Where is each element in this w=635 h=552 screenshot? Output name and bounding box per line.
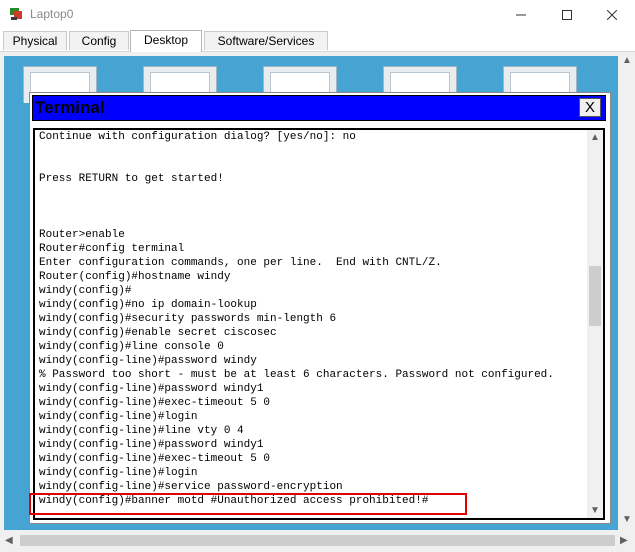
scroll-up-icon[interactable]: ▲ [622,56,632,66]
close-icon [607,10,617,20]
scroll-right-icon[interactable]: ▶ [620,536,628,546]
minimize-icon [516,14,526,16]
console-line: windy(config-line)#password windy1 [39,439,264,451]
console-line: Enter configuration commands, one per li… [39,257,442,269]
console-line: Press RETURN to get started! [39,173,224,185]
tab-bar: Physical Config Desktop Software/Service… [0,30,635,52]
desktop-panel: Terminal X Continue with configuration d… [0,52,635,530]
tab-config[interactable]: Config [69,31,129,50]
console-scroll-thumb[interactable] [589,266,601,326]
console-line: Continue with configuration dialog? [yes… [39,131,356,143]
scroll-down-icon[interactable]: ▼ [590,506,600,516]
console-line: Router(config)#hostname windy [39,271,231,283]
console-line: windy(config)#no ip domain-lookup [39,299,257,311]
console-line: windy(config-line)#service password-encr… [39,481,343,493]
console-line: windy(config-line)#exec-timeout 5 0 [39,453,271,465]
console-line: windy(config-line)#password windy [39,355,257,367]
console-line: windy(config-line)#login [39,467,198,479]
scroll-up-icon[interactable]: ▲ [590,133,600,143]
laptop-app-icon [10,8,22,20]
console-line: Router>enable [39,229,125,241]
maximize-button[interactable] [544,0,590,30]
maximize-icon [562,10,572,20]
horizontal-scroll-thumb[interactable] [20,535,615,546]
console-line: windy(config-line)#exec-timeout 5 0 [39,397,271,409]
console-line: windy(config)#security passwords min-len… [39,313,337,325]
window-title: Laptop0 [30,7,74,21]
terminal-console[interactable]: Continue with configuration dialog? [yes… [33,128,605,520]
console-line: windy(config-line)#login [39,411,198,423]
terminal-header: Terminal X [32,95,606,121]
console-scrollbar[interactable]: ▲ ▼ [587,130,603,518]
terminal-close-button[interactable]: X [579,98,601,117]
tab-physical[interactable]: Physical [3,31,67,50]
desktop-background: Terminal X Continue with configuration d… [4,56,618,530]
console-line: windy(config)#enable secret ciscosec [39,327,277,339]
horizontal-scrollbar[interactable]: ◀ ▶ [0,530,635,552]
scroll-down-icon[interactable]: ▼ [622,515,632,525]
tab-software-services[interactable]: Software/Services [204,31,328,50]
console-line: Router#config terminal [39,243,185,255]
minimize-button[interactable] [498,0,544,30]
console-line: windy(config)# [39,285,132,297]
terminal-title: Terminal [35,98,105,117]
close-button[interactable] [589,0,635,30]
desktop-vertical-scrollbar[interactable]: ▲ ▼ [618,52,634,530]
console-line: % Password too short - must be at least … [39,369,554,381]
console-output: Continue with configuration dialog? [yes… [39,130,587,508]
scroll-left-icon[interactable]: ◀ [5,536,13,546]
highlight-box [29,493,467,515]
console-line: windy(config)#line console 0 [39,341,224,353]
console-line: windy(config-line)#line vty 0 4 [39,425,244,437]
console-line: windy(config-line)#password windy1 [39,383,264,395]
tab-desktop[interactable]: Desktop [130,30,202,52]
window-titlebar: Laptop0 [0,0,635,30]
terminal-window: Terminal X Continue with configuration d… [29,92,611,524]
